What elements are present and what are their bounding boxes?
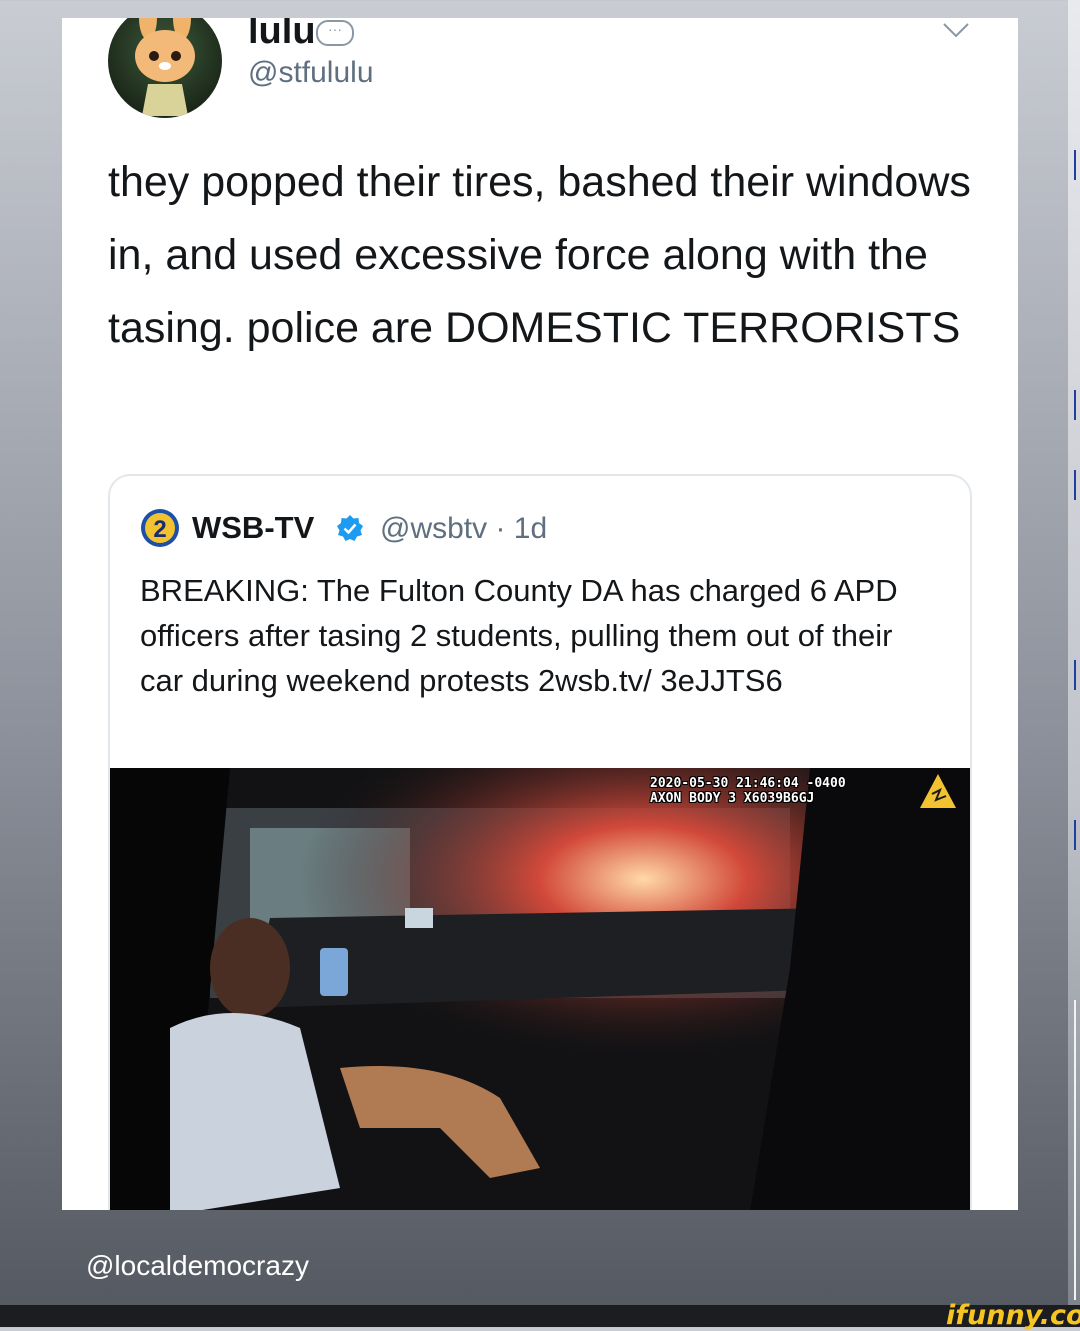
bodycam-timestamp: 2020-05-30 21:46:04 -0400 [650, 776, 846, 791]
bodycam-image [110, 768, 970, 1210]
avatar[interactable] [108, 18, 222, 118]
footer-bar [0, 1305, 1080, 1327]
quoted-handle-time[interactable]: @wsbtv · 1d [380, 512, 547, 546]
wsb-logo-icon: 2 [141, 509, 179, 547]
wsb-logo-text: 2 [153, 516, 166, 543]
quoted-display-name[interactable]: WSB-TV [192, 510, 314, 546]
tweet-card: lulu ··· @stfululu they popped their tir… [62, 18, 1018, 1210]
credit-handle: @localdemocrazy [86, 1250, 309, 1281]
user-handle[interactable]: @stfululu [248, 56, 374, 90]
ifunny-watermark: ifunny.co [946, 1300, 1080, 1331]
chevron-down-icon[interactable] [942, 20, 970, 40]
bodycam-device-id: AXON BODY 3 X6039B6GJ [650, 791, 815, 806]
display-name[interactable]: lulu [248, 18, 316, 53]
bodycam-photo[interactable]: 2020-05-30 21:46:04 -0400 AXON BODY 3 X6… [110, 768, 970, 1210]
verified-badge-icon [337, 515, 363, 541]
quoted-tweet[interactable]: 2 WSB-TV @wsbtv · 1d BREAKING: The Fulto… [108, 474, 972, 1210]
speech-bubble-icon: ··· [316, 20, 354, 46]
axon-logo-icon [920, 774, 956, 808]
right-edge-strip [1068, 0, 1080, 1327]
quoted-tweet-text: BREAKING: The Fulton County DA has charg… [140, 573, 898, 698]
bunny-avatar-icon [135, 18, 195, 116]
tweet-text: they popped their tires, bashed their wi… [108, 158, 971, 352]
bodycam-overlay: 2020-05-30 21:46:04 -0400 AXON BODY 3 X6… [650, 776, 846, 806]
